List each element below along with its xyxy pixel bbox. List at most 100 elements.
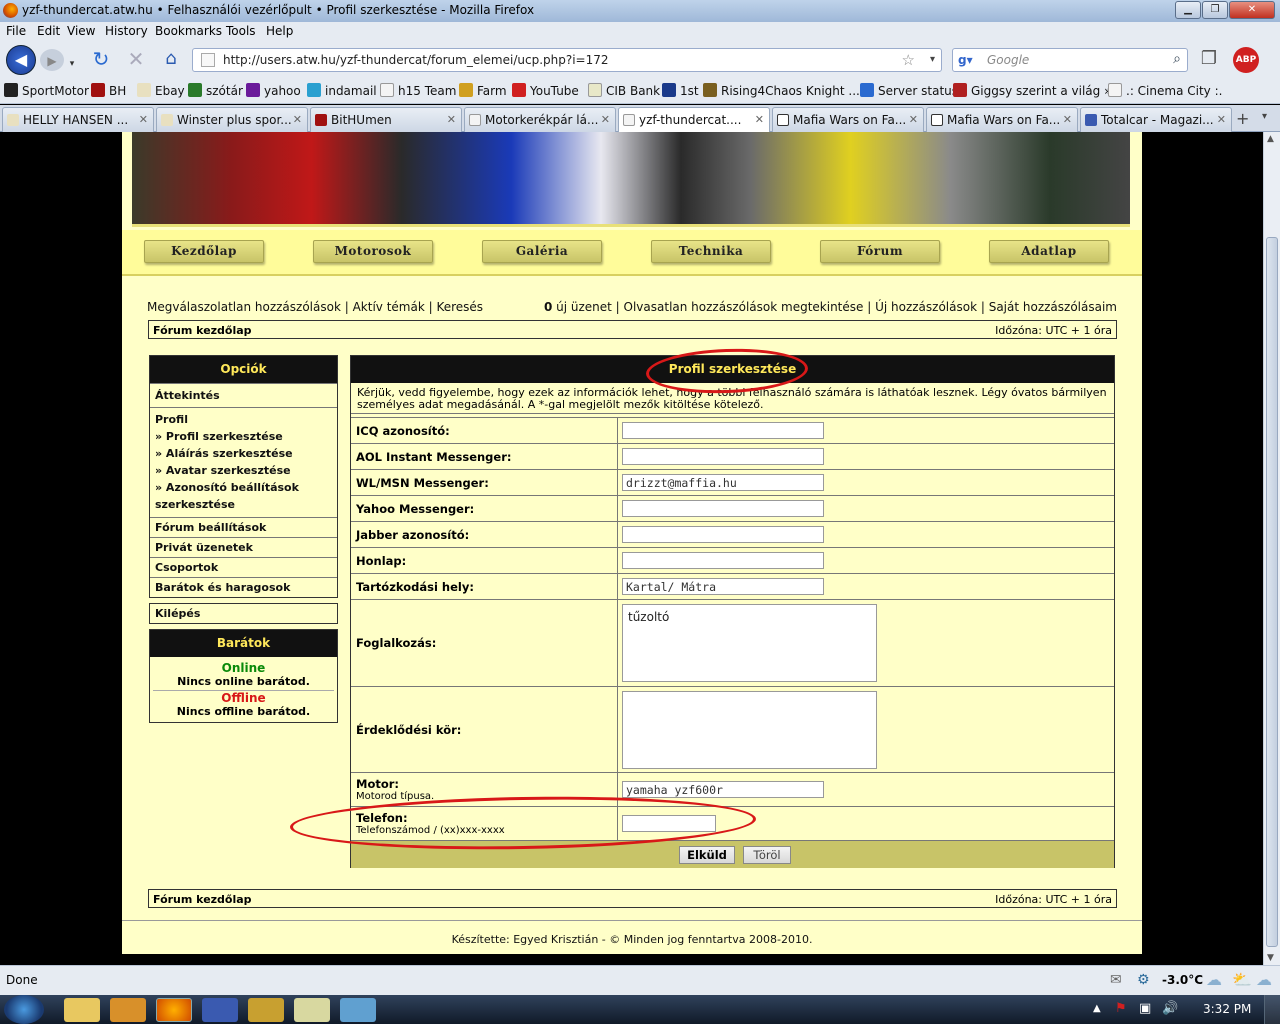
sidebar-item-profile[interactable]: Profil — [155, 411, 332, 428]
bookmark-szotar[interactable]: szótár — [188, 83, 243, 98]
start-button[interactable] — [4, 995, 44, 1024]
close-tab-icon[interactable]: ✕ — [293, 113, 302, 126]
tools-app-icon[interactable] — [248, 998, 284, 1022]
jabber-input[interactable] — [622, 526, 824, 543]
bookmark-star-icon[interactable]: ☆ — [902, 51, 915, 69]
bookmark-giggsy[interactable]: Giggsy szerint a világ »... — [953, 83, 1123, 98]
sidebar-item-edit-account[interactable]: » Azonosító beállítások szerkesztése — [155, 479, 332, 513]
bookmark-h15team[interactable]: h15 Team — [380, 83, 456, 98]
menu-bookmarks[interactable]: Bookmarks — [155, 24, 222, 38]
interests-textarea[interactable] — [622, 691, 877, 769]
sidebar-item-friends-foes[interactable]: Barátok és haragosok — [150, 577, 337, 597]
close-tab-icon[interactable]: ✕ — [139, 113, 148, 126]
yahoo-input[interactable] — [622, 500, 824, 517]
network-icon[interactable]: ▣ — [1139, 1001, 1151, 1016]
sidebar-item-edit-profile[interactable]: » Profil szerkesztése — [155, 428, 332, 445]
message-links[interactable]: új üzenet | Olvasatlan hozzászólások meg… — [556, 300, 1117, 314]
submit-button[interactable]: Elküld — [679, 846, 735, 864]
menu-help[interactable]: Help — [266, 24, 293, 38]
tab-totalcar[interactable]: Totalcar - Magazi... ✕ — [1080, 107, 1232, 132]
clock[interactable]: 3:32 PM — [1203, 1002, 1251, 1016]
nav-forum[interactable]: Fórum — [820, 240, 940, 263]
url-bar[interactable]: http://users.atw.hu/yzf-thundercat/forum… — [192, 48, 942, 72]
close-tab-icon[interactable]: ✕ — [1217, 113, 1226, 126]
motor-input[interactable] — [622, 781, 824, 798]
breadcrumb-forum-home[interactable]: Fórum kezdőlap — [153, 893, 252, 906]
sidebar-item-groups[interactable]: Csoportok — [150, 557, 337, 577]
adblock-icon[interactable]: ABP — [1233, 47, 1259, 73]
bookmark-indamail[interactable]: indamail — [307, 83, 377, 98]
bookmark-yahoo[interactable]: yahoo — [246, 83, 301, 98]
bookmark-server-status[interactable]: Server status — [860, 83, 958, 98]
reload-icon[interactable]: ↻ — [88, 47, 114, 73]
tab-yzf-thundercat[interactable]: yzf-thundercat.... ✕ — [618, 107, 770, 133]
scroll-thumb[interactable] — [1266, 237, 1278, 947]
sidebar-item-edit-signature[interactable]: » Aláírás szerkesztése — [155, 445, 332, 462]
forum-top-links[interactable]: Megválaszolatlan hozzászólások | Aktív t… — [147, 300, 483, 314]
scroll-down-icon[interactable]: ▼ — [1267, 953, 1274, 963]
sidebar-item-overview[interactable]: Áttekintés — [150, 383, 337, 407]
close-tab-icon[interactable]: ✕ — [447, 113, 456, 126]
bookmark-rising4chaos[interactable]: Rising4Chaos Knight ... — [703, 83, 860, 98]
menu-file[interactable]: File — [6, 24, 26, 38]
tray-flag-icon[interactable]: ⚑ — [1115, 1001, 1127, 1016]
google-icon[interactable]: g▾ — [958, 53, 976, 68]
close-tab-icon[interactable]: ✕ — [601, 113, 610, 126]
msn-input[interactable] — [622, 474, 824, 491]
media-player-icon[interactable] — [110, 998, 146, 1022]
bookmark-bh[interactable]: BH — [91, 83, 126, 98]
tray-expand-icon[interactable]: ▲ — [1093, 1003, 1101, 1014]
new-tab-icon[interactable]: + — [1236, 109, 1249, 128]
bookmark-cib[interactable]: CIB Bank — [588, 83, 660, 98]
network-app-icon[interactable] — [340, 998, 376, 1022]
bookmark-ebay[interactable]: Ebay — [137, 83, 185, 98]
breadcrumb-forum-home[interactable]: Fórum kezdőlap — [153, 324, 252, 337]
menu-history[interactable]: History — [105, 24, 148, 38]
url-dropdown-icon[interactable]: ▾ — [930, 54, 935, 65]
location-input[interactable] — [622, 578, 824, 595]
sidebar-item-forum-settings[interactable]: Fórum beállítások — [150, 517, 337, 537]
sidebar-item-edit-avatar[interactable]: » Avatar szerkesztése — [155, 462, 332, 479]
bookmark-sportmotor[interactable]: SportMotor — [4, 83, 89, 98]
menu-view[interactable]: View — [67, 24, 95, 38]
aol-input[interactable] — [622, 448, 824, 465]
bookmark-cinema-city[interactable]: .: Cinema City :. — [1108, 83, 1222, 98]
nav-kezdolap[interactable]: Kezdőlap — [144, 240, 264, 263]
menu-tools[interactable]: Tools — [226, 24, 256, 38]
bookmark-youtube[interactable]: YouTube — [512, 83, 579, 98]
forward-icon[interactable]: ▶ — [40, 49, 64, 71]
nav-adatlap[interactable]: Adatlap — [989, 240, 1109, 263]
home-icon[interactable]: ⌂ — [158, 47, 184, 73]
website-input[interactable] — [622, 552, 824, 569]
vertical-scrollbar[interactable]: ▲ ▼ — [1263, 132, 1280, 965]
tab-list-icon[interactable]: ▾ — [1262, 111, 1267, 122]
search-bar[interactable]: g▾ Google ⌕ — [952, 48, 1188, 72]
sidebar-item-private-messages[interactable]: Privát üzenetek — [150, 537, 337, 557]
nav-galeria[interactable]: Galéria — [482, 240, 602, 263]
stop-icon[interactable]: ✕ — [123, 47, 149, 73]
scroll-up-icon[interactable]: ▲ — [1267, 134, 1274, 144]
volume-icon[interactable]: 🔊 — [1162, 1001, 1178, 1016]
maximize-button[interactable]: ❐ — [1202, 1, 1228, 19]
tab-motorkerekpar[interactable]: Motorkerékpár lá... ✕ — [464, 107, 616, 132]
close-tab-icon[interactable]: ✕ — [755, 113, 764, 126]
minimize-button[interactable]: ▁ — [1175, 1, 1201, 19]
bookmark-farm[interactable]: Farm — [459, 83, 507, 98]
mail-icon[interactable]: ✉ — [1110, 972, 1122, 988]
tab-winster[interactable]: Winster plus spor... ✕ — [156, 107, 308, 132]
save-app-icon[interactable] — [202, 998, 238, 1022]
tab-bithumen[interactable]: BitHUmen ✕ — [310, 107, 462, 132]
reset-button[interactable]: Töröl — [743, 846, 791, 864]
tab-helly-hansen[interactable]: HELLY HANSEN ... ✕ — [2, 107, 154, 132]
messenger-icon[interactable] — [294, 998, 330, 1022]
tab-mafia-wars-1[interactable]: Mafia Wars on Fa... ✕ — [772, 107, 924, 132]
menu-edit[interactable]: Edit — [37, 24, 60, 38]
bookmark-1st[interactable]: 1st — [662, 83, 699, 98]
windows-icon[interactable]: ❐ — [1196, 47, 1222, 73]
back-icon[interactable]: ◀ — [6, 45, 36, 75]
show-desktop-button[interactable] — [1264, 995, 1280, 1024]
nav-technika[interactable]: Technika — [651, 240, 771, 263]
close-button[interactable]: ✕ — [1229, 1, 1275, 19]
tab-mafia-wars-2[interactable]: Mafia Wars on Fa... ✕ — [926, 107, 1078, 132]
search-icon[interactable]: ⌕ — [1173, 51, 1181, 67]
